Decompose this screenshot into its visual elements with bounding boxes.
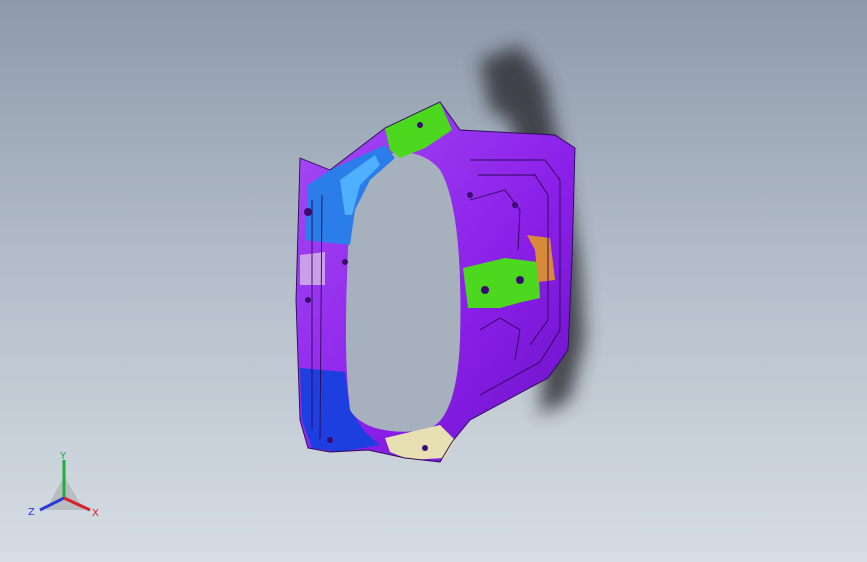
hole <box>305 297 311 303</box>
y-axis-label: Y <box>59 451 67 462</box>
hole <box>342 259 348 265</box>
coordinate-triad: Y Z X <box>28 451 99 519</box>
hole <box>304 208 312 216</box>
hole <box>512 202 518 208</box>
latch-bracket[interactable] <box>463 258 540 308</box>
hole <box>422 445 428 451</box>
hole <box>516 276 524 284</box>
x-axis-label: X <box>92 508 99 519</box>
hole <box>327 437 333 443</box>
door-opening <box>345 152 461 432</box>
z-axis-label: Z <box>28 507 35 518</box>
hole <box>467 192 473 198</box>
hole <box>481 286 489 294</box>
door-frame-model[interactable] <box>295 101 576 463</box>
hole <box>417 122 423 128</box>
graphics-viewport[interactable] <box>0 0 867 562</box>
